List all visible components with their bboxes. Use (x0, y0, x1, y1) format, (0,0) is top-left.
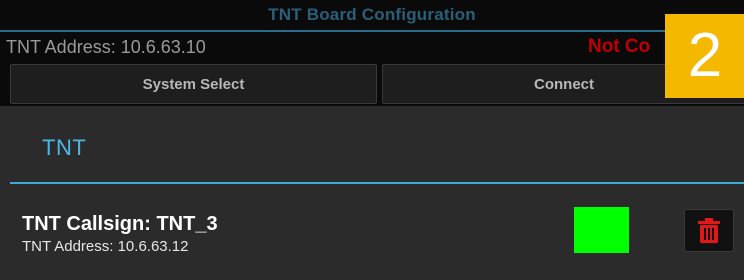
device-callsign: TNT Callsign: TNT_3 (22, 213, 218, 235)
device-list-item[interactable]: TNT Callsign: TNT_3 TNT Address: 10.6.63… (0, 184, 744, 280)
system-select-button[interactable]: System Select (10, 64, 377, 104)
tnt-address-label: TNT Address: 10.6.63.10 (6, 37, 206, 57)
connection-status-row: TNT Address: 10.6.63.10 Not Co (0, 32, 744, 62)
trash-icon (698, 217, 720, 243)
section-title: TNT (42, 135, 87, 160)
app-title-bar: TNT Board Configuration (0, 0, 744, 32)
delete-device-button[interactable] (684, 209, 734, 252)
connection-status-label: Not Co (588, 36, 651, 57)
action-button-row: System Select Connect (0, 62, 744, 106)
device-status-indicator (574, 207, 629, 253)
tnt-section-header: TNT (0, 106, 744, 184)
device-address: TNT Address: 10.6.63.12 (22, 238, 189, 255)
step-number-badge: 2 (665, 14, 744, 98)
app-title: TNT Board Configuration (268, 5, 476, 24)
